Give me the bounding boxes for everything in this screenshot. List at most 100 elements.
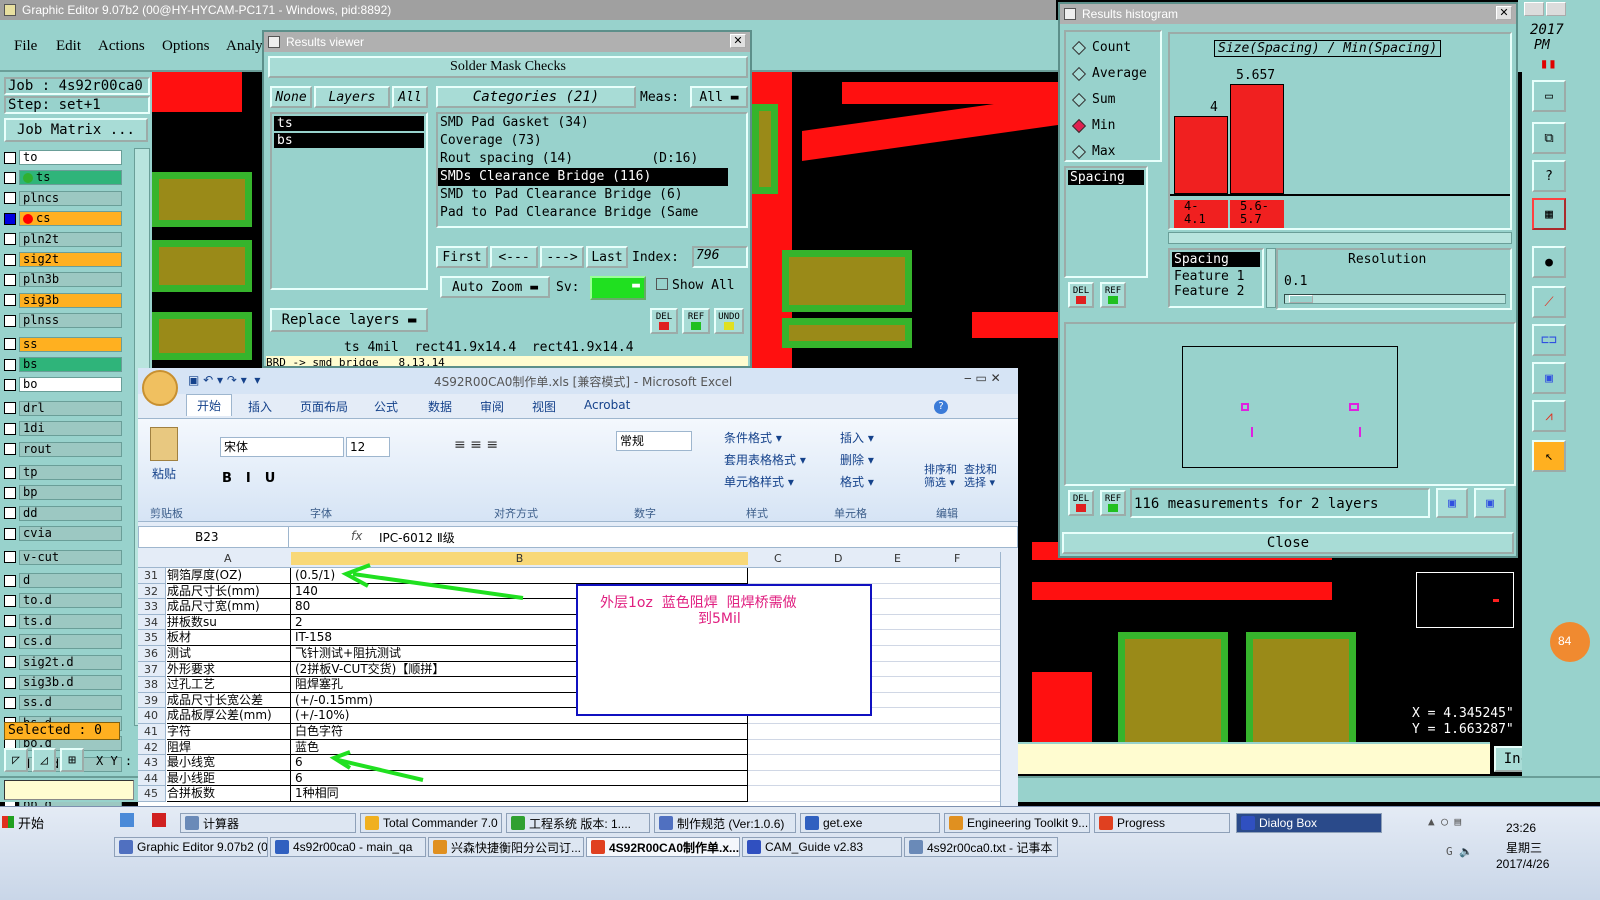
layer-checkbox[interactable] <box>4 378 16 391</box>
layer-row-sig2t[interactable]: sig2t <box>4 252 122 267</box>
layer-name[interactable]: dd <box>19 505 122 521</box>
zoom-area-icon[interactable]: ◿ <box>32 748 56 772</box>
layer-checkbox[interactable] <box>4 615 16 628</box>
layer-row-rout[interactable]: rout <box>4 441 122 457</box>
taskbar-item[interactable]: 4s92r00ca0.txt - 记事本 <box>904 837 1058 857</box>
menu-actions[interactable]: Actions <box>98 38 145 55</box>
layer-checkbox[interactable] <box>4 527 16 540</box>
layer-checkbox[interactable] <box>4 422 16 435</box>
pad-tool-icon[interactable]: ● <box>1532 246 1566 278</box>
menu-options[interactable]: Options <box>162 38 210 55</box>
layer-name[interactable]: sig3b <box>19 292 122 308</box>
bottom-input[interactable] <box>4 780 134 800</box>
category-item[interactable]: SMD Pad Gasket (34) <box>438 114 746 132</box>
layer-checkbox[interactable] <box>4 486 16 499</box>
layer-name[interactable]: bo <box>19 377 122 393</box>
layer-row-d[interactable]: d <box>4 573 122 588</box>
taskbar-item[interactable]: Progress <box>1094 813 1230 833</box>
preview-ref-button[interactable]: REF <box>1100 490 1126 516</box>
layer-row-ss.d[interactable]: ss.d <box>4 695 122 711</box>
layer-name[interactable]: plnss <box>19 313 122 329</box>
layer-row-v-cut[interactable]: v-cut <box>4 549 122 565</box>
layer-checkbox[interactable] <box>4 402 16 415</box>
layer-checkbox[interactable] <box>4 594 16 607</box>
layer-row-to.d[interactable]: to.d <box>4 593 122 609</box>
layer-name[interactable]: pln3b <box>19 272 122 288</box>
layer-checkbox[interactable] <box>4 358 16 371</box>
grid-icon[interactable]: ⊞ <box>60 748 84 772</box>
layer-row-cs.d[interactable]: cs.d <box>4 634 122 650</box>
category-list[interactable]: SMD Pad Gasket (34) Coverage (73) Rout s… <box>436 112 748 228</box>
layer-name[interactable]: pln2t <box>19 231 122 247</box>
layer-checkbox[interactable] <box>4 574 16 587</box>
layer-row-bs[interactable]: bs <box>4 357 122 372</box>
field-feature1[interactable]: Feature 1 <box>1170 269 1262 284</box>
measure-tool-icon[interactable]: ⟋ <box>1532 286 1566 318</box>
taskbar-item[interactable]: Total Commander 7.0 ... <box>360 813 502 833</box>
layer-checkbox[interactable] <box>4 443 16 456</box>
layer-name[interactable]: sig2t.d <box>19 654 122 670</box>
layer-row-to[interactable]: to <box>4 150 122 165</box>
opt-min[interactable]: Min <box>1071 118 1115 133</box>
win-controls[interactable] <box>1524 2 1566 16</box>
opt-count[interactable]: Count <box>1071 40 1131 55</box>
taskbar-item[interactable]: get.exe <box>800 813 940 833</box>
zoom-fit-icon[interactable]: ◸ <box>4 748 28 772</box>
taskbar-item[interactable]: 工程系统 版本: 1.... <box>506 813 650 833</box>
component-tool-icon[interactable]: ▣ <box>1532 362 1566 394</box>
histogram-bar[interactable] <box>1174 116 1228 194</box>
histogram-bar[interactable] <box>1230 83 1284 194</box>
opt-average[interactable]: Average <box>1071 66 1147 81</box>
menu-analysis[interactable]: Analy <box>226 38 263 55</box>
layer-checkbox[interactable] <box>4 253 16 266</box>
ref-button[interactable]: REF <box>682 308 710 334</box>
meas-dropdown[interactable]: All ▬ <box>690 86 748 108</box>
hist-del-button[interactable]: DEL <box>1068 282 1094 308</box>
taskbar-item[interactable]: Dialog Box <box>1236 813 1382 833</box>
layer-row-ts.d[interactable]: ts.d <box>4 613 122 629</box>
layer-row-cvia[interactable]: cvia <box>4 526 122 542</box>
layer-row-sig2t.d[interactable]: sig2t.d <box>4 654 122 670</box>
layer-row-bp[interactable]: bp <box>4 485 122 501</box>
layer-checkbox[interactable] <box>4 676 16 689</box>
layer-row-dd[interactable]: dd <box>4 505 122 521</box>
category-item-selected[interactable]: SMDs Clearance Bridge (116) <box>438 168 728 186</box>
layer-name[interactable]: plncs <box>19 190 122 206</box>
layer-checkbox[interactable] <box>4 551 16 564</box>
layer-name[interactable]: ts <box>19 170 122 186</box>
none-button[interactable]: None <box>270 86 312 108</box>
taskbar-item[interactable]: 制作规范 (Ver:1.0.6) <box>654 813 796 833</box>
notification-badge[interactable]: 84 <box>1550 622 1590 662</box>
job-matrix-button[interactable]: Job Matrix ... <box>4 118 148 142</box>
layer-checkbox[interactable] <box>4 507 16 520</box>
layer-row-plncs[interactable]: plncs <box>4 190 122 206</box>
layer-name[interactable]: ts.d <box>19 613 122 629</box>
start-button[interactable]: 开始 <box>2 811 56 833</box>
opt-max[interactable]: Max <box>1071 144 1115 159</box>
layer-row-ss[interactable]: ss <box>4 336 122 352</box>
resolution-slider[interactable] <box>1284 294 1506 304</box>
layer-name[interactable]: 1di <box>19 421 122 437</box>
window-tool-icon[interactable]: ▭ <box>1532 80 1566 112</box>
layer-row-pln3b[interactable]: pln3b <box>4 272 122 288</box>
taskbar-item[interactable]: CAM_Guide v2.83 <box>742 837 902 857</box>
layer-row-sig3b.d[interactable]: sig3b.d <box>4 675 122 690</box>
layer-row-plnss[interactable]: plnss <box>4 313 122 329</box>
taskbar-item[interactable]: Engineering Toolkit 9.... <box>944 813 1090 833</box>
layer-checkbox[interactable] <box>4 171 16 184</box>
category-item[interactable]: Pad to Pad Clearance Bridge (Same <box>438 204 746 222</box>
layer-checkbox[interactable] <box>4 294 16 307</box>
sv-color-dropdown[interactable]: ▬ <box>590 276 646 300</box>
layer-row-bo[interactable]: bo <box>4 377 122 393</box>
layer-checkbox[interactable] <box>4 635 16 648</box>
categories-button[interactable]: Categories (21) <box>436 86 636 108</box>
layer-name[interactable]: ss <box>19 336 122 352</box>
histogram-close-button[interactable]: Close <box>1062 532 1514 554</box>
taskbar-item[interactable]: 4s92r00ca0 - main_qa <box>270 837 426 857</box>
metric-list[interactable]: Spacing <box>1064 166 1148 278</box>
export-icon[interactable]: ▣ <box>1436 488 1468 518</box>
layer-checkbox[interactable] <box>4 273 16 286</box>
layer-checkbox[interactable] <box>4 656 16 669</box>
layers-button[interactable]: Layers <box>314 86 390 108</box>
show-all-checkbox[interactable] <box>656 278 668 290</box>
